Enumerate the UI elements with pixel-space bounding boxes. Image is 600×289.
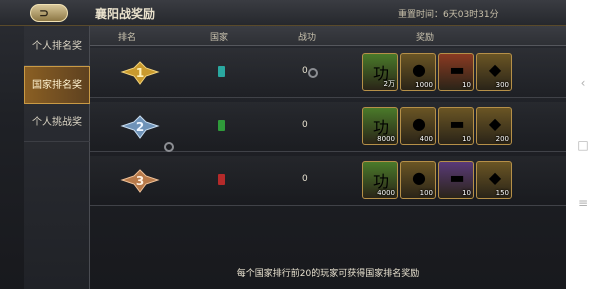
page-title: 襄阳战奖励 — [95, 7, 156, 21]
reward-qty: 8000 — [377, 135, 395, 143]
gold-ingot-icon: ● — [412, 60, 426, 79]
reward-item[interactable]: ● 100 — [400, 161, 436, 199]
footer-note: 每个国家排行前20的玩家可获得国家排名奖励 — [236, 269, 420, 279]
sidebar: 个人排名奖 国家排名奖 个人挑战奖 — [24, 26, 90, 289]
reward-qty: 1000 — [415, 81, 433, 89]
home-nav-icon[interactable]: □ — [566, 138, 600, 152]
gem-icon: ◆ — [488, 60, 502, 79]
merit-value: 0 — [302, 120, 308, 130]
rank-number: 1 — [136, 66, 144, 80]
system-nav-bar: ‹ □ ≡ — [566, 0, 600, 289]
reward-qty: 400 — [419, 135, 433, 143]
scroll-icon: ▬ — [449, 114, 465, 133]
merit-value: 0 — [302, 174, 308, 184]
reward-item[interactable]: ● 1000 — [400, 53, 436, 91]
gem-icon: ◆ — [488, 114, 502, 133]
column-country: 国家 — [210, 33, 229, 43]
reward-item[interactable]: ● 400 — [400, 107, 436, 145]
rank-badge-icon: 2 — [120, 115, 160, 139]
column-merit: 战功 — [298, 33, 317, 43]
reward-item[interactable]: ◆ 200 — [476, 107, 512, 145]
column-rewards: 奖励 — [416, 33, 435, 43]
table-row: 1 0 功 2万 ● 1000 ▬ 10 ◆ 300 — [90, 48, 566, 98]
rank-number: 2 — [136, 120, 144, 134]
tab-personal-challenge[interactable]: 个人挑战奖 — [24, 104, 90, 142]
reset-timer: 重置时间：6天03时31分 — [398, 10, 499, 20]
reward-item[interactable]: ▬ 10 — [438, 107, 474, 145]
tab-country-rank[interactable]: 国家排名奖 — [24, 66, 90, 104]
reward-qty: 150 — [495, 189, 509, 197]
top-bar: ⊃ 襄阳战奖励 重置时间：6天03时31分 — [0, 0, 566, 26]
column-rank: 排名 — [118, 33, 137, 43]
reward-qty: 2万 — [383, 80, 395, 88]
back-nav-icon[interactable]: ‹ — [566, 76, 600, 90]
loading-spinner-icon — [164, 142, 174, 152]
gold-ingot-icon: ● — [412, 114, 426, 133]
reward-item[interactable]: ▬ 10 — [438, 53, 474, 91]
reward-item[interactable]: 功 4000 — [362, 161, 398, 199]
reward-qty: 10 — [462, 189, 471, 197]
reward-qty: 100 — [419, 189, 433, 197]
reward-item[interactable]: ◆ 300 — [476, 53, 512, 91]
table-row: 3 0 功 4000 ● 100 ▬ 10 ◆ 150 — [90, 156, 566, 206]
tab-personal-rank[interactable]: 个人排名奖 — [24, 28, 90, 66]
loading-spinner-icon — [308, 68, 318, 78]
reward-item[interactable]: ◆ 150 — [476, 161, 512, 199]
reward-item[interactable]: 功 8000 — [362, 107, 398, 145]
table-row: 2 0 功 8000 ● 400 ▬ 10 ◆ 200 — [90, 102, 566, 152]
scroll-icon: ▬ — [449, 168, 465, 187]
reward-qty: 4000 — [377, 189, 395, 197]
reward-qty: 300 — [495, 81, 509, 89]
scroll-icon: ▬ — [449, 60, 465, 79]
country-flag-icon — [218, 174, 225, 185]
rank-badge-icon: 1 — [120, 61, 160, 85]
game-screen: ⊃ 襄阳战奖励 重置时间：6天03时31分 个人排名奖 国家排名奖 个人挑战奖 … — [0, 0, 566, 289]
reward-qty: 10 — [462, 135, 471, 143]
table-header: 排名 国家 战功 奖励 — [90, 26, 566, 46]
reward-item[interactable]: ▬ 10 — [438, 161, 474, 199]
gem-icon: ◆ — [488, 168, 502, 187]
merit-value: 0 — [302, 66, 308, 76]
back-button[interactable]: ⊃ — [30, 4, 68, 22]
rank-badge-icon: 3 — [120, 169, 160, 193]
country-flag-icon — [218, 66, 225, 77]
reward-qty: 10 — [462, 81, 471, 89]
reward-item[interactable]: 功 2万 — [362, 53, 398, 91]
country-flag-icon — [218, 120, 225, 131]
menu-nav-icon[interactable]: ≡ — [566, 196, 600, 210]
back-arrow-icon: ⊃ — [39, 6, 50, 20]
rank-number: 3 — [136, 174, 144, 188]
gold-ingot-icon: ● — [412, 168, 426, 187]
reward-qty: 200 — [495, 135, 509, 143]
